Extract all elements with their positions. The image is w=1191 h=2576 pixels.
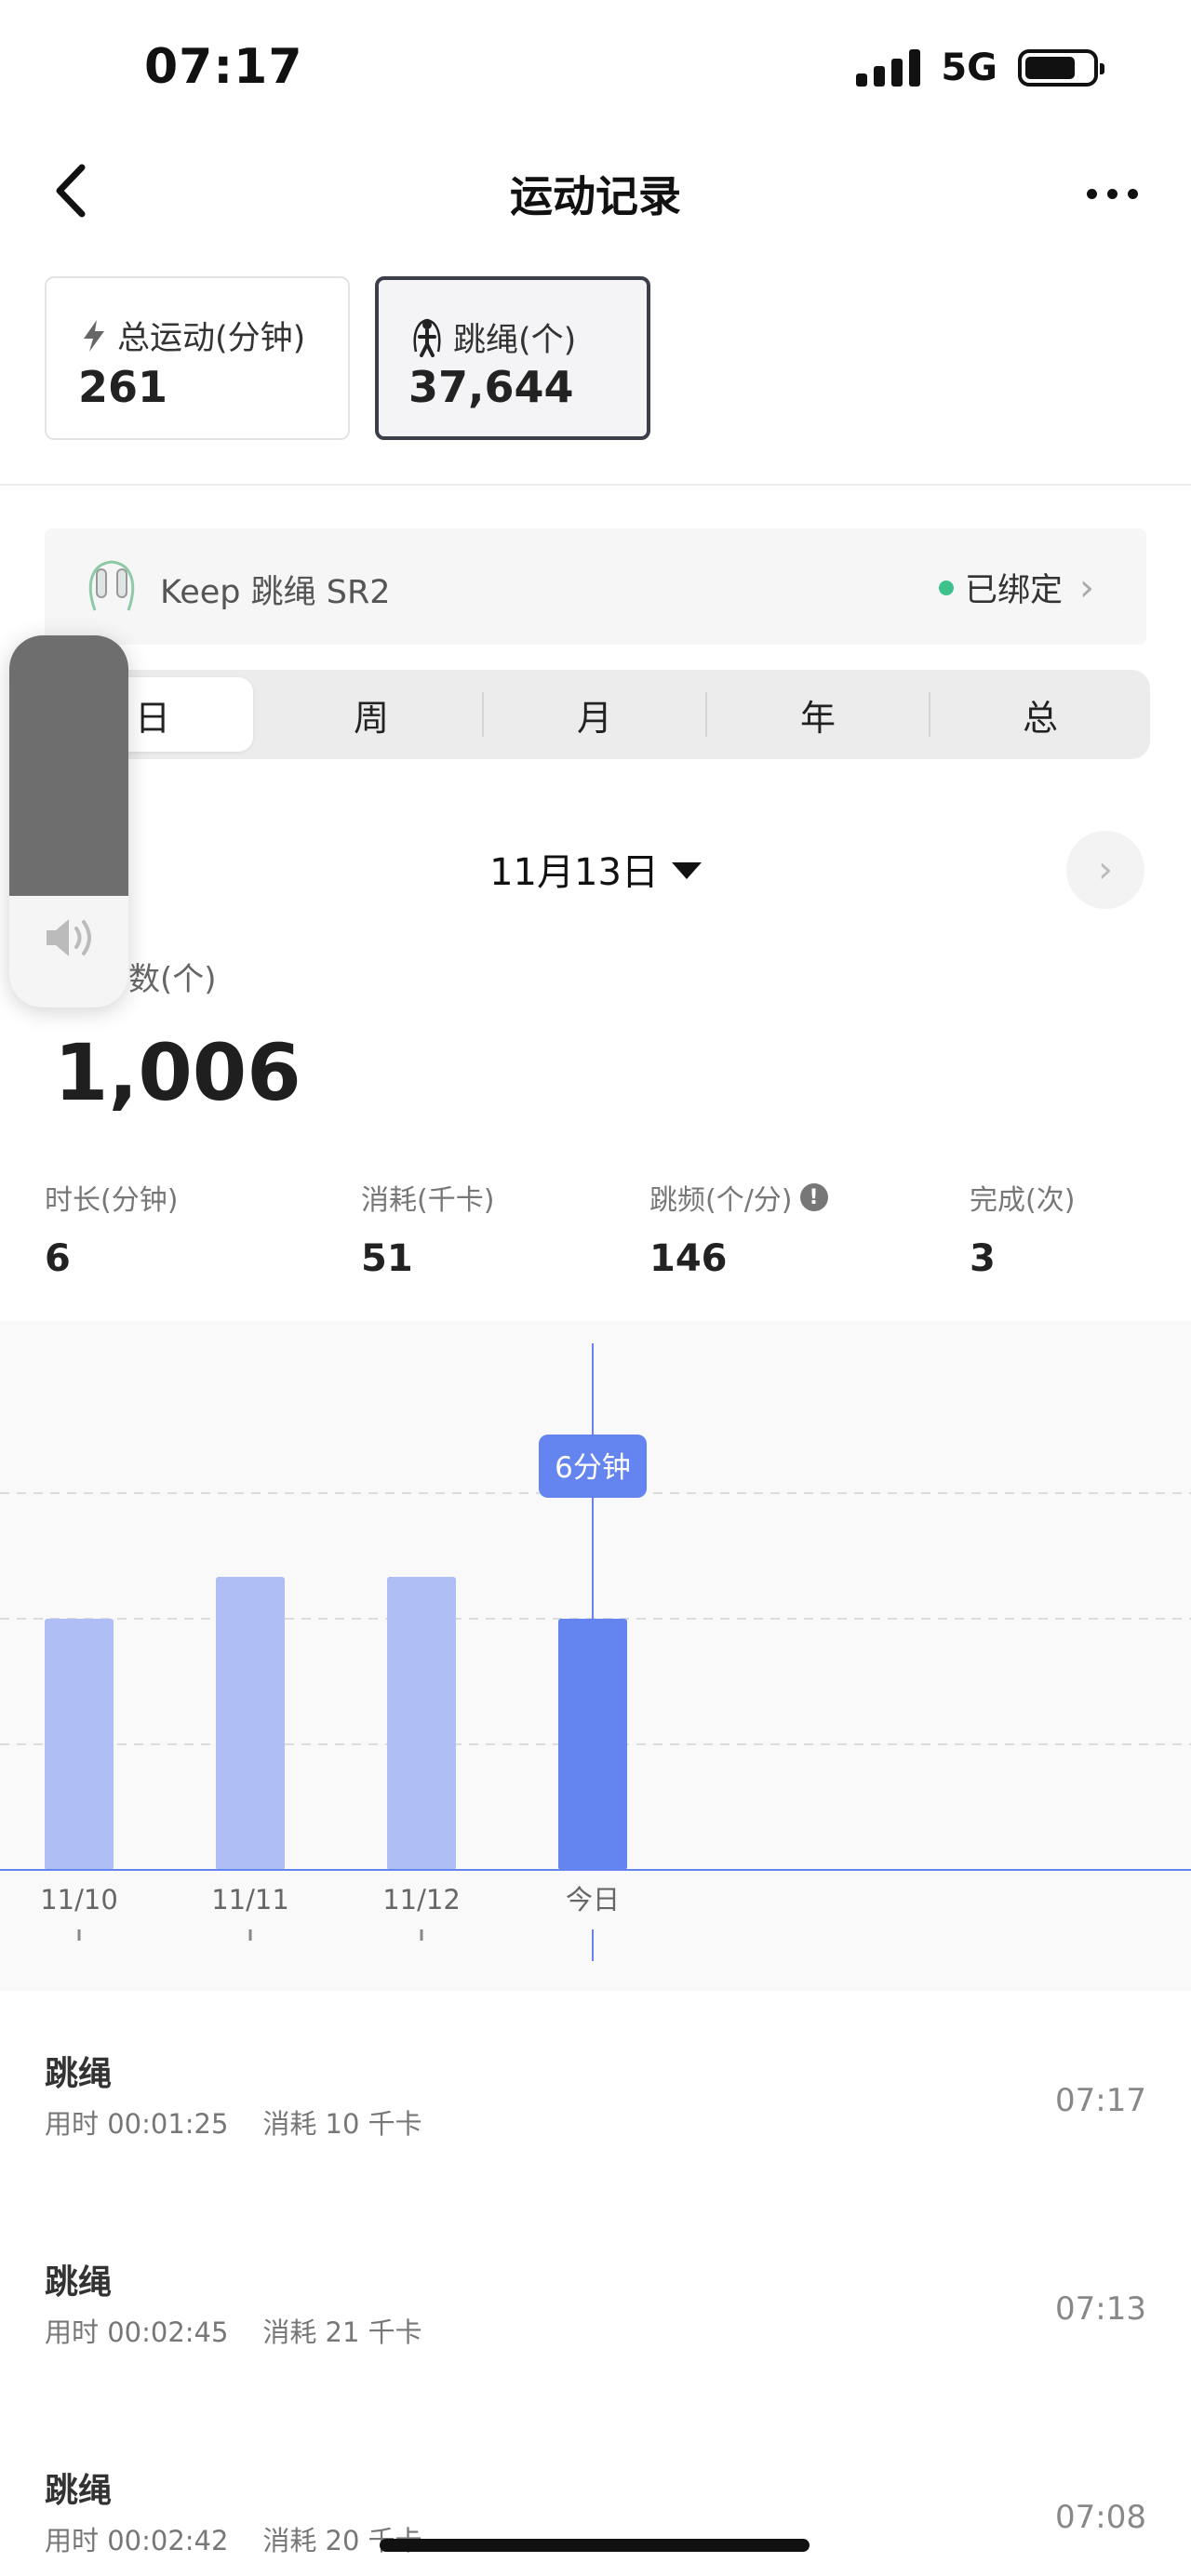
metric-label: 数(个) (128, 961, 217, 998)
tab-week[interactable]: 周 (261, 670, 482, 759)
device-status: 已绑定 (964, 572, 1063, 609)
next-date-button[interactable]: › (1066, 831, 1144, 909)
sub-metric-value: 3 (970, 1237, 996, 1280)
x-tick-label: 11/12 (382, 1884, 461, 1915)
tab-year[interactable]: 年 (707, 670, 929, 759)
caret-down-icon (671, 862, 702, 879)
sub-metric-label: 时长(分钟) (45, 1184, 179, 1217)
bar[interactable] (45, 1619, 114, 1870)
device-name: Keep 跳绳 SR2 (160, 574, 391, 611)
network-type: 5G (941, 47, 997, 89)
lightning-icon (84, 319, 104, 352)
status-time: 07:17 (144, 39, 303, 95)
record-meta: 用时 00:02:42 消耗 20 千卡 (45, 2525, 422, 2556)
record-time: 07:13 (1055, 2290, 1146, 2328)
info-icon[interactable]: ! (799, 1183, 828, 1211)
volume-level (9, 635, 128, 896)
more-dot (1086, 188, 1097, 199)
card-value: 261 (78, 362, 168, 412)
status-dot (938, 580, 954, 595)
sub-metric-label: 完成(次) (970, 1184, 1076, 1217)
jump-rope-person-icon (413, 318, 441, 357)
record-item[interactable]: 跳绳 用时 00:02:45 消耗 21 千卡 07:13 (45, 2255, 1146, 2413)
chevron-right-icon: › (1098, 848, 1113, 891)
card-label: 总运动(分钟) (117, 320, 306, 357)
record-title: 跳绳 (45, 2472, 113, 2510)
summary-card-total-minutes[interactable]: 总运动(分钟) 261 (45, 276, 350, 440)
bar[interactable] (558, 1619, 627, 1870)
record-title: 跳绳 (45, 2055, 113, 2093)
more-dot (1127, 188, 1138, 199)
status-icons: 5G (856, 47, 1104, 89)
x-tick-label: 11/11 (211, 1884, 289, 1915)
bar[interactable] (387, 1577, 456, 1870)
tab-total[interactable]: 总 (930, 670, 1150, 759)
tab-month[interactable]: 月 (484, 670, 705, 759)
battery-icon (1018, 49, 1104, 87)
signal-icon (856, 49, 921, 87)
period-tabs: 日 周 月 年 总 (45, 670, 1150, 759)
date-text: 11月13日 (489, 851, 659, 894)
metric-value: 1,006 (54, 1027, 301, 1118)
record-item[interactable]: 跳绳 用时 00:01:25 消耗 10 千卡 07:17 (45, 2047, 1146, 2205)
card-label: 跳绳(个) (453, 322, 577, 359)
record-title: 跳绳 (45, 2263, 113, 2302)
duration-bar-chart[interactable]: 11/10 11/11 11/12 今日 6分钟 (0, 1321, 1191, 1991)
record-time: 07:08 (1055, 2499, 1146, 2536)
section-divider (0, 484, 1191, 486)
x-tick-label: 11/10 (40, 1884, 118, 1915)
chevron-right-icon: › (1079, 566, 1094, 609)
page-title: 运动记录 (510, 171, 681, 221)
record-time: 07:17 (1055, 2082, 1146, 2119)
bar[interactable] (216, 1577, 285, 1870)
date-selector[interactable]: 11月13日 (0, 842, 1191, 896)
volume-overlay[interactable] (9, 635, 128, 1008)
more-dot (1106, 188, 1117, 199)
sub-metric-label: 消耗(千卡) (361, 1184, 495, 1217)
record-meta: 用时 00:02:45 消耗 21 千卡 (45, 2316, 422, 2348)
summary-card-jump-rope[interactable]: 跳绳(个) 37,644 (375, 276, 650, 440)
card-value: 37,644 (408, 362, 574, 412)
jump-rope-device-icon (88, 560, 135, 611)
home-indicator (380, 2539, 810, 2552)
sub-metric-value: 146 (649, 1237, 728, 1280)
sub-metric-value: 51 (361, 1237, 413, 1280)
speaker-icon (47, 919, 91, 956)
sub-metric-value: 6 (45, 1237, 71, 1280)
sub-metric-label: 跳频(个/分)! (649, 1177, 828, 1218)
x-tick-label: 今日 (566, 1884, 620, 1915)
tooltip-text: 6分钟 (555, 1451, 631, 1485)
device-row[interactable]: Keep 跳绳 SR2 已绑定 › (45, 528, 1146, 645)
more-button[interactable] (1079, 166, 1144, 221)
record-meta: 用时 00:01:25 消耗 10 千卡 (45, 2108, 422, 2140)
